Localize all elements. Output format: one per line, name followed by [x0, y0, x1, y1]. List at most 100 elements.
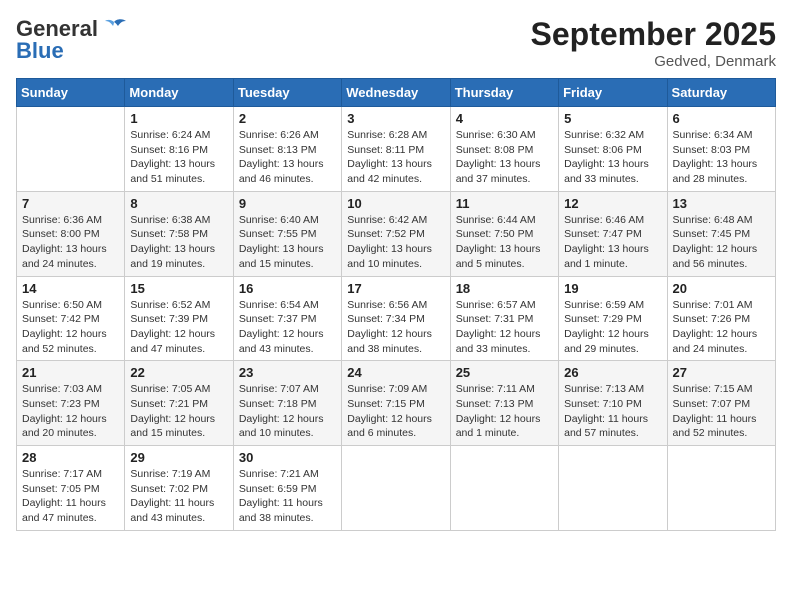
calendar-cell: 18Sunrise: 6:57 AMSunset: 7:31 PMDayligh… [450, 276, 558, 361]
calendar-cell: 7 Sunrise: 6:36 AMSunset: 8:00 PMDaylight… [17, 191, 125, 276]
sunset-text: Sunset: 8:11 PM [347, 143, 444, 158]
day-number: 8 [130, 196, 227, 211]
daylight-text: Daylight: 12 hours and 15 minutes. [130, 412, 227, 441]
day-number: 12 [564, 196, 661, 211]
cell-content: Sunrise: 7:09 AMSunset: 7:15 PMDaylight:… [347, 382, 444, 441]
calendar-day-header: Wednesday [342, 79, 450, 107]
day-number: 9 [239, 196, 336, 211]
cell-content: Sunrise: 7:03 AMSunset: 7:23 PMDaylight:… [22, 382, 119, 441]
calendar-cell: 21Sunrise: 7:03 AMSunset: 7:23 PMDayligh… [17, 361, 125, 446]
daylight-text: Daylight: 13 hours and 42 minutes. [347, 157, 444, 186]
calendar-cell: 19Sunrise: 6:59 AMSunset: 7:29 PMDayligh… [559, 276, 667, 361]
calendar-day-header: Monday [125, 79, 233, 107]
day-number: 2 [239, 111, 336, 126]
sunset-text: Sunset: 7:07 PM [673, 397, 770, 412]
sunset-text: Sunset: 7:29 PM [564, 312, 661, 327]
sunset-text: Sunset: 8:03 PM [673, 143, 770, 158]
daylight-text: Daylight: 12 hours and 29 minutes. [564, 327, 661, 356]
sunset-text: Sunset: 7:21 PM [130, 397, 227, 412]
sunset-text: Sunset: 6:59 PM [239, 482, 336, 497]
sunset-text: Sunset: 8:16 PM [130, 143, 227, 158]
cell-content: Sunrise: 7:17 AMSunset: 7:05 PMDaylight:… [22, 467, 119, 526]
page-header: General Blue September 2025 Gedved, Denm… [16, 16, 776, 70]
day-number: 7 [22, 196, 119, 211]
sunrise-text: Sunrise: 7:13 AM [564, 382, 661, 397]
calendar-cell: 20Sunrise: 7:01 AMSunset: 7:26 PMDayligh… [667, 276, 775, 361]
cell-content: Sunrise: 7:15 AMSunset: 7:07 PMDaylight:… [673, 382, 770, 441]
cell-content: Sunrise: 7:07 AMSunset: 7:18 PMDaylight:… [239, 382, 336, 441]
sunrise-text: Sunrise: 7:05 AM [130, 382, 227, 397]
calendar-cell: 13Sunrise: 6:48 AMSunset: 7:45 PMDayligh… [667, 191, 775, 276]
day-number: 23 [239, 365, 336, 380]
day-number: 3 [347, 111, 444, 126]
daylight-text: Daylight: 13 hours and 5 minutes. [456, 242, 553, 271]
logo: General Blue [16, 16, 128, 64]
cell-content: Sunrise: 6:30 AMSunset: 8:08 PMDaylight:… [456, 128, 553, 187]
day-number: 26 [564, 365, 661, 380]
calendar-cell: 26Sunrise: 7:13 AMSunset: 7:10 PMDayligh… [559, 361, 667, 446]
sunrise-text: Sunrise: 6:56 AM [347, 298, 444, 313]
day-number: 18 [456, 281, 553, 296]
cell-content: Sunrise: 6:36 AMSunset: 8:00 PMDaylight:… [22, 213, 119, 272]
sunrise-text: Sunrise: 6:30 AM [456, 128, 553, 143]
cell-content: Sunrise: 6:44 AMSunset: 7:50 PMDaylight:… [456, 213, 553, 272]
sunrise-text: Sunrise: 6:52 AM [130, 298, 227, 313]
calendar-cell: 30Sunrise: 7:21 AMSunset: 6:59 PMDayligh… [233, 446, 341, 531]
calendar-week-row: 7Sunrise: 6:36 AMSunset: 8:00 PMDaylight… [17, 191, 776, 276]
sunrise-text: Sunrise: 6:42 AM [347, 213, 444, 228]
sunset-text: Sunset: 8:00 PM [22, 227, 119, 242]
calendar-cell: 16Sunrise: 6:54 AMSunset: 7:37 PMDayligh… [233, 276, 341, 361]
daylight-text: Daylight: 12 hours and 6 minutes. [347, 412, 444, 441]
sunset-text: Sunset: 7:50 PM [456, 227, 553, 242]
sunrise-text: Sunrise: 6:50 AM [22, 298, 119, 313]
cell-content: Sunrise: 7:19 AMSunset: 7:02 PMDaylight:… [130, 467, 227, 526]
sunrise-text: Sunrise: 7:17 AM [22, 467, 119, 482]
sunrise-text: Sunrise: 7:11 AM [456, 382, 553, 397]
daylight-text: Daylight: 12 hours and 43 minutes. [239, 327, 336, 356]
day-number: 10 [347, 196, 444, 211]
sunset-text: Sunset: 8:06 PM [564, 143, 661, 158]
sunrise-text: Sunrise: 6:36 AM [22, 213, 119, 228]
cell-content: Sunrise: 6:52 AMSunset: 7:39 PMDaylight:… [130, 298, 227, 357]
calendar-day-header: Saturday [667, 79, 775, 107]
calendar-cell: 5Sunrise: 6:32 AMSunset: 8:06 PMDaylight… [559, 107, 667, 192]
sunset-text: Sunset: 7:34 PM [347, 312, 444, 327]
day-number: 5 [564, 111, 661, 126]
daylight-text: Daylight: 12 hours and 24 minutes. [673, 327, 770, 356]
daylight-text: Daylight: 12 hours and 33 minutes. [456, 327, 553, 356]
calendar-week-row: 21Sunrise: 7:03 AMSunset: 7:23 PMDayligh… [17, 361, 776, 446]
sunrise-text: Sunrise: 6:38 AM [130, 213, 227, 228]
calendar-cell: 15Sunrise: 6:52 AMSunset: 7:39 PMDayligh… [125, 276, 233, 361]
day-number: 14 [22, 281, 119, 296]
sunrise-text: Sunrise: 6:28 AM [347, 128, 444, 143]
daylight-text: Daylight: 13 hours and 19 minutes. [130, 242, 227, 271]
sunrise-text: Sunrise: 6:24 AM [130, 128, 227, 143]
sunset-text: Sunset: 7:05 PM [22, 482, 119, 497]
sunrise-text: Sunrise: 7:01 AM [673, 298, 770, 313]
day-number: 25 [456, 365, 553, 380]
calendar-cell [559, 446, 667, 531]
sunset-text: Sunset: 8:13 PM [239, 143, 336, 158]
calendar-cell: 8 Sunrise: 6:38 AMSunset: 7:58 PMDaylight… [125, 191, 233, 276]
calendar-cell [450, 446, 558, 531]
daylight-text: Daylight: 11 hours and 43 minutes. [130, 496, 227, 525]
calendar-cell: 11Sunrise: 6:44 AMSunset: 7:50 PMDayligh… [450, 191, 558, 276]
sunset-text: Sunset: 7:58 PM [130, 227, 227, 242]
calendar-cell: 27Sunrise: 7:15 AMSunset: 7:07 PMDayligh… [667, 361, 775, 446]
logo-bird-icon [100, 18, 128, 40]
calendar-cell: 1Sunrise: 6:24 AMSunset: 8:16 PMDaylight… [125, 107, 233, 192]
sunset-text: Sunset: 7:47 PM [564, 227, 661, 242]
daylight-text: Daylight: 12 hours and 10 minutes. [239, 412, 336, 441]
calendar-day-header: Thursday [450, 79, 558, 107]
calendar-cell: 9Sunrise: 6:40 AMSunset: 7:55 PMDaylight… [233, 191, 341, 276]
calendar-week-row: 28Sunrise: 7:17 AMSunset: 7:05 PMDayligh… [17, 446, 776, 531]
daylight-text: Daylight: 13 hours and 33 minutes. [564, 157, 661, 186]
calendar-cell [667, 446, 775, 531]
cell-content: Sunrise: 6:34 AMSunset: 8:03 PMDaylight:… [673, 128, 770, 187]
sunrise-text: Sunrise: 7:21 AM [239, 467, 336, 482]
day-number: 13 [673, 196, 770, 211]
sunset-text: Sunset: 7:15 PM [347, 397, 444, 412]
calendar-cell: 29Sunrise: 7:19 AMSunset: 7:02 PMDayligh… [125, 446, 233, 531]
day-number: 16 [239, 281, 336, 296]
day-number: 22 [130, 365, 227, 380]
